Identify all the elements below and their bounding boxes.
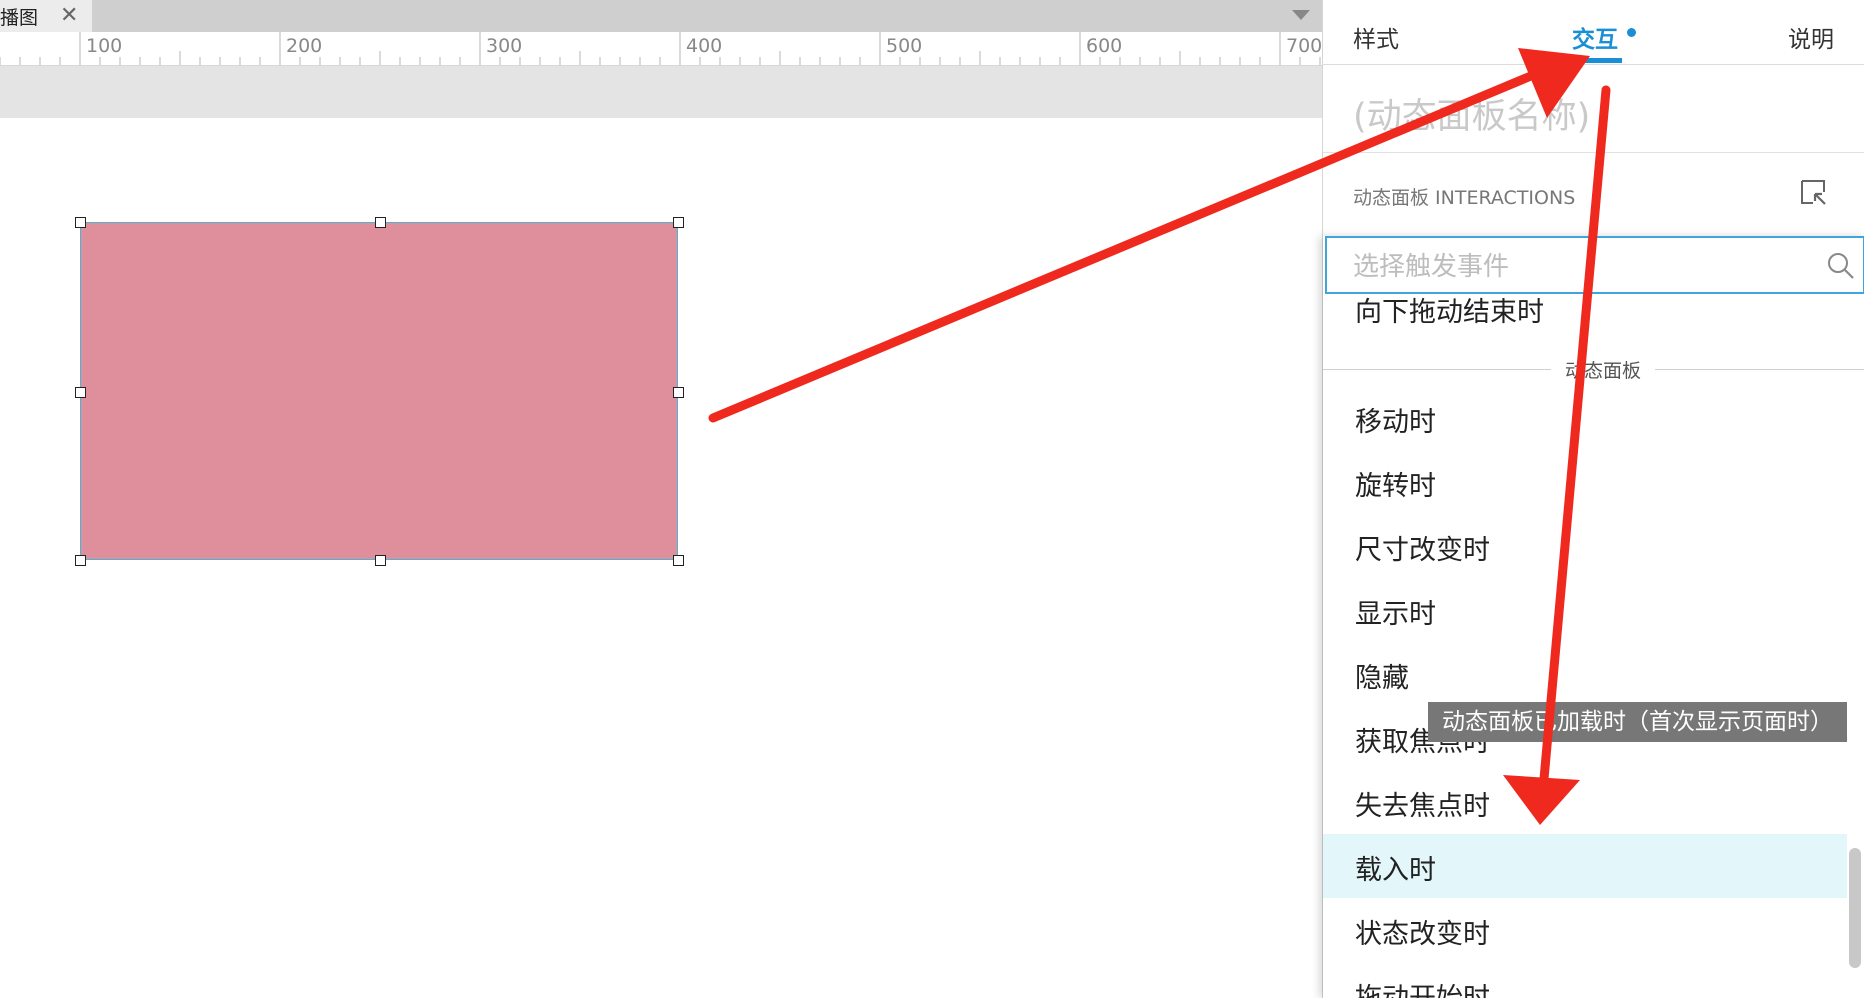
interactions-expand-icon[interactable] xyxy=(1799,178,1827,206)
resize-handle[interactable] xyxy=(673,217,684,228)
trigger-event-dropdown: 向下拖动结束时 动态面板 移动时 旋转时 尺寸改变时 显示时 隐藏 获取焦点时 … xyxy=(1323,236,1864,998)
widget-name-field[interactable]: (动态面板名称) xyxy=(1353,88,1590,139)
active-tab-underline xyxy=(1572,58,1622,63)
list-item[interactable]: 显示时 xyxy=(1323,578,1847,642)
tab-interactions[interactable]: 交互 xyxy=(1572,20,1618,54)
resize-handle[interactable] xyxy=(75,217,86,228)
close-icon[interactable]: ✕ xyxy=(60,3,78,29)
inspector-panel: 样式 交互 说明 (动态面板名称) 动态面板 INTERACTIONS 向下拖动… xyxy=(1322,0,1864,998)
resize-handle[interactable] xyxy=(375,555,386,566)
list-item[interactable]: 状态改变时 xyxy=(1323,898,1847,962)
divider xyxy=(1323,152,1864,153)
inspector-tabs: 样式 交互 说明 xyxy=(1323,0,1864,65)
ruler-label: 700 xyxy=(1286,35,1322,57)
interactions-section-title: 动态面板 INTERACTIONS xyxy=(1353,187,1576,209)
horizontal-ruler: 100 200 300 400 500 600 700 xyxy=(0,32,1322,66)
document-tab-bar: 播图 ✕ xyxy=(0,0,1322,32)
list-item[interactable]: 向下拖动结束时 xyxy=(1323,276,1847,340)
canvas-top-band xyxy=(0,66,1322,118)
list-item-highlighted[interactable]: 载入时 xyxy=(1323,834,1847,898)
document-tab[interactable]: 播图 ✕ xyxy=(0,0,92,32)
list-item[interactable]: 尺寸改变时 xyxy=(1323,514,1847,578)
document-tab-label: 播图 xyxy=(0,6,39,29)
resize-handle[interactable] xyxy=(75,555,86,566)
list-item[interactable]: 失去焦点时 xyxy=(1323,770,1847,834)
ruler-label: 300 xyxy=(486,35,523,57)
ruler-label: 200 xyxy=(286,35,323,57)
list-item[interactable]: 拖动开始时 xyxy=(1323,962,1847,998)
list-item[interactable]: 隐藏 xyxy=(1323,642,1847,706)
ruler-label: 400 xyxy=(686,35,723,57)
resize-handle[interactable] xyxy=(673,555,684,566)
ruler-label: 500 xyxy=(886,35,923,57)
group-label: 动态面板 xyxy=(1551,356,1656,383)
ruler-label: 600 xyxy=(1086,35,1123,57)
dropdown-scrollbar[interactable] xyxy=(1849,848,1861,968)
event-tooltip: 动态面板已加载时（首次显示页面时） xyxy=(1428,702,1847,742)
interactions-indicator-dot xyxy=(1627,28,1636,37)
resize-handle[interactable] xyxy=(75,387,86,398)
dropdown-caret-icon[interactable] xyxy=(1292,10,1310,20)
resize-handle[interactable] xyxy=(375,217,386,228)
list-item[interactable]: 旋转时 xyxy=(1323,450,1847,514)
list-item[interactable]: 移动时 xyxy=(1323,386,1847,450)
resize-handle[interactable] xyxy=(673,387,684,398)
tab-style[interactable]: 样式 xyxy=(1353,20,1399,54)
ruler-ticks xyxy=(0,32,1321,65)
dynamic-panel-widget[interactable] xyxy=(80,222,678,560)
tab-notes[interactable]: 说明 xyxy=(1788,20,1834,54)
ruler-label: 100 xyxy=(86,35,123,57)
